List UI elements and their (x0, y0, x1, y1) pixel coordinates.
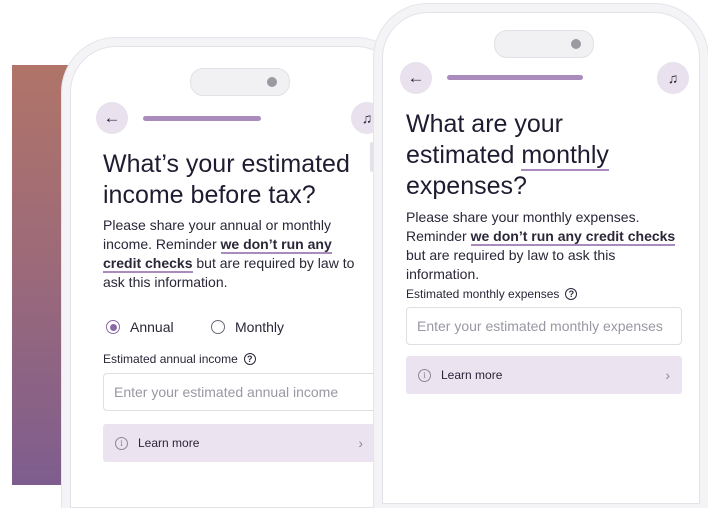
input-placeholder: Enter your estimated monthly expenses (417, 318, 663, 334)
phone-expenses-screen: ← ♫ What are your estimated monthly expe… (382, 12, 700, 504)
page-title: What are your estimated monthly expenses… (406, 109, 686, 202)
dynamic-island (190, 68, 290, 96)
camera-dot (571, 39, 581, 49)
camera-dot (267, 77, 277, 87)
arrow-left-icon: ← (103, 108, 121, 127)
learn-more-button[interactable]: i Learn more › (406, 356, 682, 394)
learn-more-label: Learn more (441, 368, 503, 382)
support-button[interactable]: ♫ (657, 62, 689, 94)
headset-icon: ♫ (361, 110, 373, 126)
title-line-2: estimated monthly (406, 140, 686, 171)
radio-annual[interactable]: Annual (106, 319, 174, 335)
annual-income-label: Estimated annual income ? (103, 352, 256, 366)
monthly-expenses-label: Estimated monthly expenses ? (406, 287, 578, 301)
field-label-text: Estimated monthly expenses (406, 287, 560, 301)
help-icon[interactable]: ? (565, 288, 578, 300)
back-button[interactable]: ← (96, 102, 128, 134)
title-line-1: What are your (406, 110, 564, 138)
info-icon: i (115, 436, 128, 450)
back-button[interactable]: ← (400, 62, 432, 94)
chevron-right-icon: › (358, 435, 363, 451)
credit-check-reminder: we don’t run any credit checks (470, 228, 676, 246)
learn-more-label: Learn more (138, 436, 200, 450)
dynamic-island (494, 30, 594, 58)
page-description: Please share your annual or monthly inco… (103, 216, 365, 292)
radio-checked-icon (106, 320, 120, 334)
title-line-3: expenses? (406, 172, 527, 200)
progress-bar (143, 116, 261, 121)
headset-icon: ♫ (667, 70, 679, 86)
progress-bar (447, 75, 583, 80)
page-description: Please share your monthly expenses. Remi… (406, 208, 681, 284)
radio-annual-label: Annual (130, 319, 174, 335)
phone-income-screen: ← ♫ What’s your estimated income before … (70, 46, 402, 508)
radio-unchecked-icon (211, 320, 225, 334)
title-prefix: estimated (406, 141, 522, 169)
radio-monthly-label: Monthly (235, 319, 285, 335)
arrow-left-icon: ← (407, 68, 425, 87)
learn-more-button[interactable]: i Learn more › (103, 424, 375, 462)
annual-income-input[interactable]: Enter your estimated annual income (103, 373, 393, 411)
title-highlight-word: monthly (521, 141, 609, 171)
description-text-end: but are required by law to ask this info… (406, 247, 616, 282)
help-icon[interactable]: ? (243, 353, 256, 365)
input-placeholder: Enter your estimated annual income (114, 384, 339, 400)
field-label-text: Estimated annual income (103, 352, 238, 366)
radio-monthly[interactable]: Monthly (211, 319, 284, 335)
support-button[interactable]: ♫ (351, 102, 383, 134)
info-icon: i (418, 368, 431, 382)
monthly-expenses-input[interactable]: Enter your estimated monthly expenses (406, 307, 682, 345)
chevron-right-icon: › (665, 367, 670, 383)
page-title: What’s your estimated income before tax? (103, 150, 350, 209)
